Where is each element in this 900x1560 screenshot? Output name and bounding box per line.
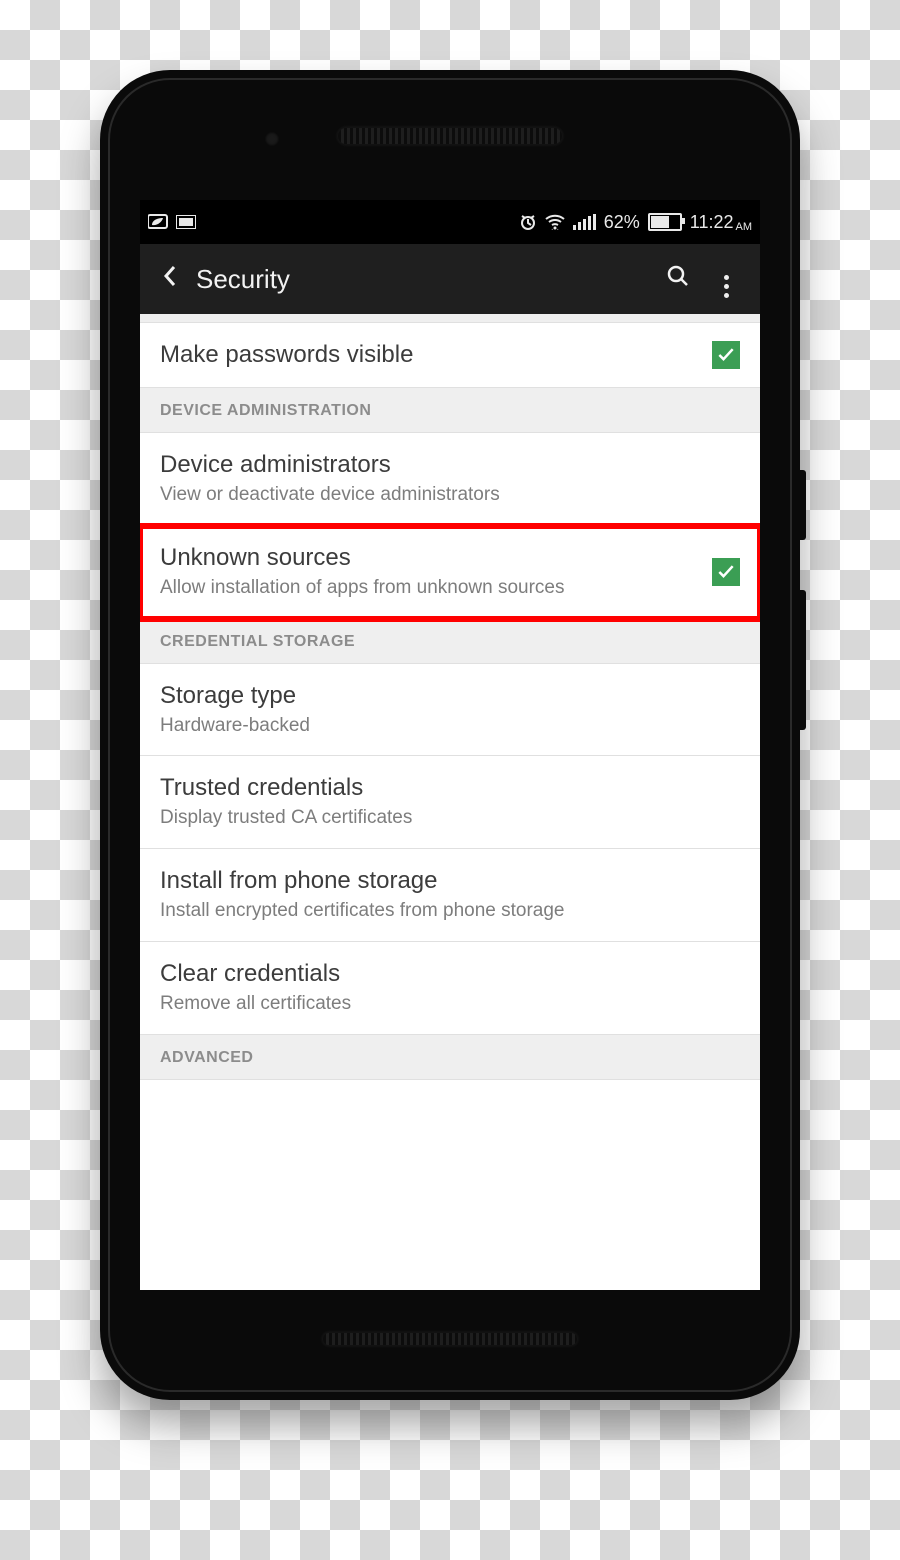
row-make-passwords-visible[interactable]: Make passwords visible <box>140 323 760 388</box>
front-camera <box>265 132 279 146</box>
wifi-icon <box>545 214 565 230</box>
clock-time: 11:22 <box>690 212 734 232</box>
checkbox-checked-icon[interactable] <box>712 558 740 586</box>
row-title: Make passwords visible <box>160 341 696 369</box>
row-trusted-credentials[interactable]: Trusted credentials Display trusted CA c… <box>140 756 760 849</box>
alarm-icon <box>519 213 537 231</box>
checkbox-checked-icon[interactable] <box>712 341 740 369</box>
search-button[interactable] <box>654 264 702 294</box>
signal-icon <box>573 214 596 230</box>
battery-percent: 62% <box>604 212 640 233</box>
power-button <box>800 470 806 540</box>
status-time: 11:22AM <box>690 212 752 233</box>
bottom-speaker <box>320 1330 580 1348</box>
row-device-administrators[interactable]: Device administrators View or deactivate… <box>140 433 760 526</box>
settings-list: Make passwords visible DEVICE ADMINISTRA… <box>140 314 760 1080</box>
row-subtitle: Remove all certificates <box>160 992 740 1016</box>
row-title: Storage type <box>160 682 740 710</box>
overflow-menu-button[interactable] <box>702 260 750 299</box>
volume-button <box>800 590 806 730</box>
row-subtitle: Allow installation of apps from unknown … <box>160 576 696 600</box>
app-bar: Security <box>140 244 760 314</box>
row-title: Trusted credentials <box>160 774 740 802</box>
more-icon <box>724 274 729 298</box>
row-subtitle: Install encrypted certificates from phon… <box>160 899 740 923</box>
page-title: Security <box>196 264 654 295</box>
section-advanced: ADVANCED <box>140 1035 760 1080</box>
row-storage-type[interactable]: Storage type Hardware-backed <box>140 664 760 757</box>
row-install-from-phone-storage[interactable]: Install from phone storage Install encry… <box>140 849 760 942</box>
row-title: Clear credentials <box>160 960 740 988</box>
phone-frame: 62% 11:22AM Security Make password <box>100 70 800 1400</box>
status-bar[interactable]: 62% 11:22AM <box>140 200 760 244</box>
row-title: Device administrators <box>160 451 740 479</box>
section-credential-storage: CREDENTIAL STORAGE <box>140 619 760 664</box>
section-device-administration: DEVICE ADMINISTRATION <box>140 388 760 433</box>
back-button[interactable] <box>150 264 190 295</box>
window-icon <box>176 215 196 229</box>
row-title: Unknown sources <box>160 544 696 572</box>
row-subtitle: View or deactivate device administrators <box>160 483 740 507</box>
row-title: Install from phone storage <box>160 867 740 895</box>
row-subtitle: Display trusted CA certificates <box>160 806 740 830</box>
earpiece-speaker <box>335 125 565 147</box>
battery-icon <box>648 213 682 231</box>
row-clear-credentials[interactable]: Clear credentials Remove all certificate… <box>140 942 760 1035</box>
row-subtitle: Hardware-backed <box>160 714 740 738</box>
list-top-divider <box>140 314 760 323</box>
clock-ampm: AM <box>736 221 753 233</box>
row-unknown-sources[interactable]: Unknown sources Allow installation of ap… <box>140 526 760 619</box>
leaf-icon <box>148 214 168 230</box>
screen: 62% 11:22AM Security Make password <box>140 200 760 1290</box>
